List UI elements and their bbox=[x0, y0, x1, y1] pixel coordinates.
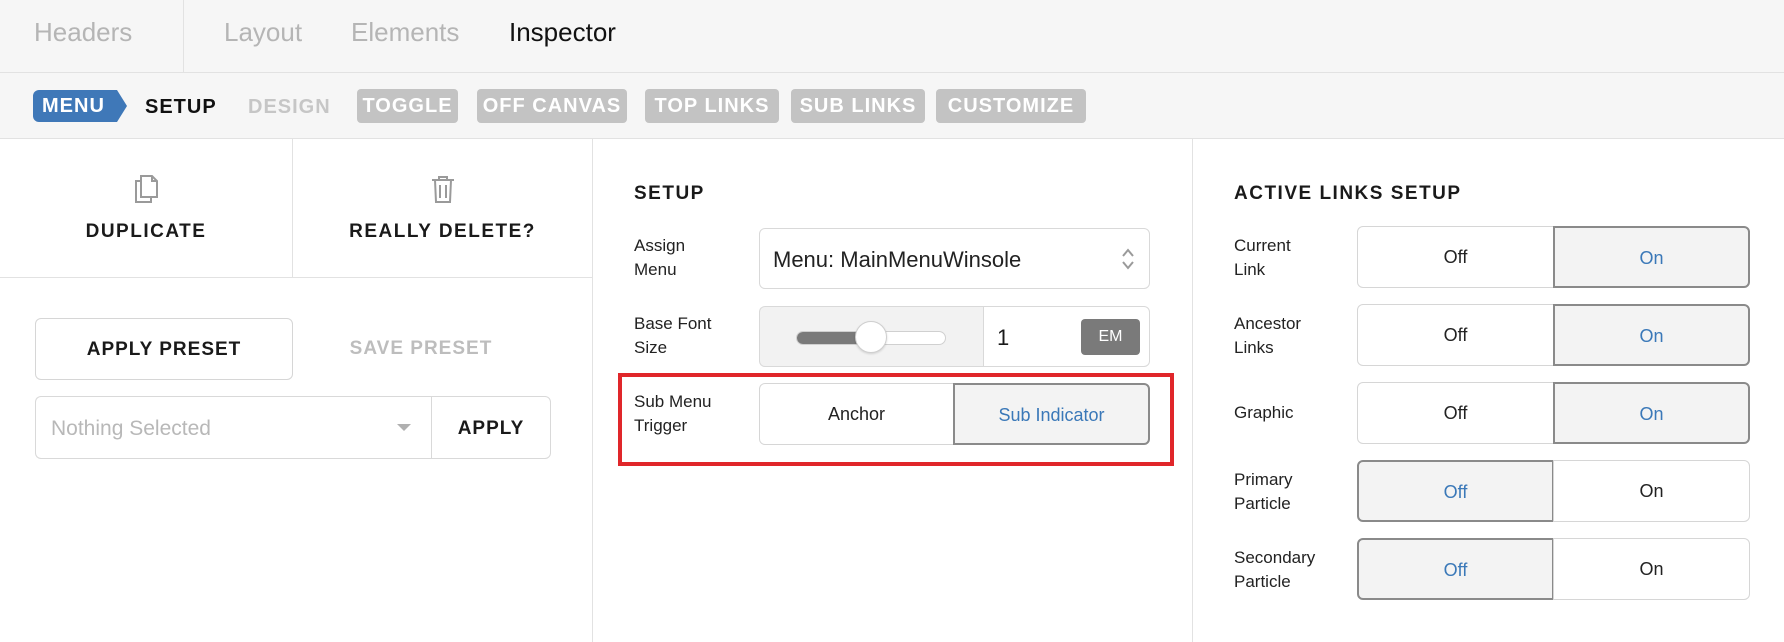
primary-particle-on[interactable]: On bbox=[1553, 460, 1750, 522]
breadcrumb: MENU SETUP DESIGN TOGGLE OFF CANVAS TOP … bbox=[0, 73, 1784, 139]
breadcrumb-menu[interactable]: MENU bbox=[33, 90, 127, 122]
current-link-label: Current Link bbox=[1234, 236, 1291, 279]
chip-off-canvas[interactable]: OFF CANVAS bbox=[477, 89, 627, 123]
base-font-size-input[interactable]: 1 EM bbox=[983, 306, 1150, 367]
breadcrumb-setup[interactable]: SETUP bbox=[145, 96, 217, 119]
active-links-title: ACTIVE LINKS SETUP bbox=[1234, 183, 1462, 204]
chip-sub-links[interactable]: SUB LINKS bbox=[791, 89, 925, 123]
assign-menu-value: Menu: MainMenuWinsole bbox=[773, 247, 1022, 272]
trash-icon bbox=[429, 173, 457, 205]
preset-select[interactable]: Nothing Selected bbox=[35, 396, 431, 459]
chip-customize[interactable]: CUSTOMIZE bbox=[936, 89, 1086, 123]
graphic-off[interactable]: Off bbox=[1357, 382, 1554, 444]
updown-chevron-icon bbox=[1122, 248, 1134, 270]
top-tab-bar: Headers Layout Elements Inspector bbox=[0, 0, 1784, 73]
secondary-particle-off[interactable]: Off bbox=[1357, 538, 1554, 600]
preset-select-value: Nothing Selected bbox=[51, 417, 211, 440]
tab-layout[interactable]: Layout bbox=[224, 17, 302, 48]
current-link-on[interactable]: On bbox=[1553, 226, 1750, 288]
secondary-particle-label: Secondary Particle bbox=[1234, 548, 1316, 591]
delete-button[interactable]: REALLY DELETE? bbox=[293, 139, 592, 277]
sub-menu-anchor-option[interactable]: Anchor bbox=[759, 383, 954, 445]
current-link-off[interactable]: Off bbox=[1357, 226, 1554, 288]
duplicate-button[interactable]: DUPLICATE bbox=[0, 139, 292, 277]
copy-icon bbox=[132, 173, 160, 205]
ancestor-links-label: Ancestor Links bbox=[1234, 314, 1302, 357]
chevron-down-icon bbox=[397, 424, 411, 431]
tab-inspector[interactable]: Inspector bbox=[509, 17, 616, 48]
apply-button[interactable]: APPLY bbox=[431, 396, 551, 459]
chip-top-links[interactable]: TOP LINKS bbox=[645, 89, 779, 123]
ancestor-links-on[interactable]: On bbox=[1553, 304, 1750, 366]
graphic-on[interactable]: On bbox=[1553, 382, 1750, 444]
sub-menu-sub-indicator-option[interactable]: Sub Indicator bbox=[953, 383, 1150, 445]
ancestor-links-off[interactable]: Off bbox=[1357, 304, 1554, 366]
primary-particle-label: Primary Particle bbox=[1234, 470, 1293, 513]
column-divider bbox=[1192, 139, 1193, 642]
setup-title: SETUP bbox=[634, 183, 705, 204]
sub-menu-trigger-label: Sub Menu Trigger bbox=[634, 392, 712, 435]
duplicate-label: DUPLICATE bbox=[85, 221, 207, 242]
save-preset-button[interactable]: SAVE PRESET bbox=[300, 318, 542, 380]
primary-particle-off[interactable]: Off bbox=[1357, 460, 1554, 522]
breadcrumb-design[interactable]: DESIGN bbox=[248, 96, 331, 119]
chip-toggle[interactable]: TOGGLE bbox=[357, 89, 458, 123]
delete-label: REALLY DELETE? bbox=[349, 221, 536, 242]
tab-divider bbox=[183, 0, 184, 73]
divider bbox=[0, 277, 592, 278]
secondary-particle-on[interactable]: On bbox=[1553, 538, 1750, 600]
base-font-size-value: 1 bbox=[997, 325, 1010, 350]
graphic-label: Graphic bbox=[1234, 403, 1294, 422]
assign-menu-select[interactable]: Menu: MainMenuWinsole bbox=[759, 228, 1150, 289]
apply-preset-button[interactable]: APPLY PRESET bbox=[35, 318, 293, 380]
base-font-size-label: Base Font Size bbox=[634, 314, 712, 357]
column-divider bbox=[592, 139, 593, 642]
tab-elements[interactable]: Elements bbox=[351, 17, 459, 48]
tab-headers[interactable]: Headers bbox=[34, 17, 132, 48]
assign-menu-label: Assign Menu bbox=[634, 236, 686, 279]
unit-em-button[interactable]: EM bbox=[1081, 319, 1140, 355]
base-font-size-slider[interactable] bbox=[759, 306, 983, 367]
slider-handle[interactable] bbox=[855, 321, 887, 353]
